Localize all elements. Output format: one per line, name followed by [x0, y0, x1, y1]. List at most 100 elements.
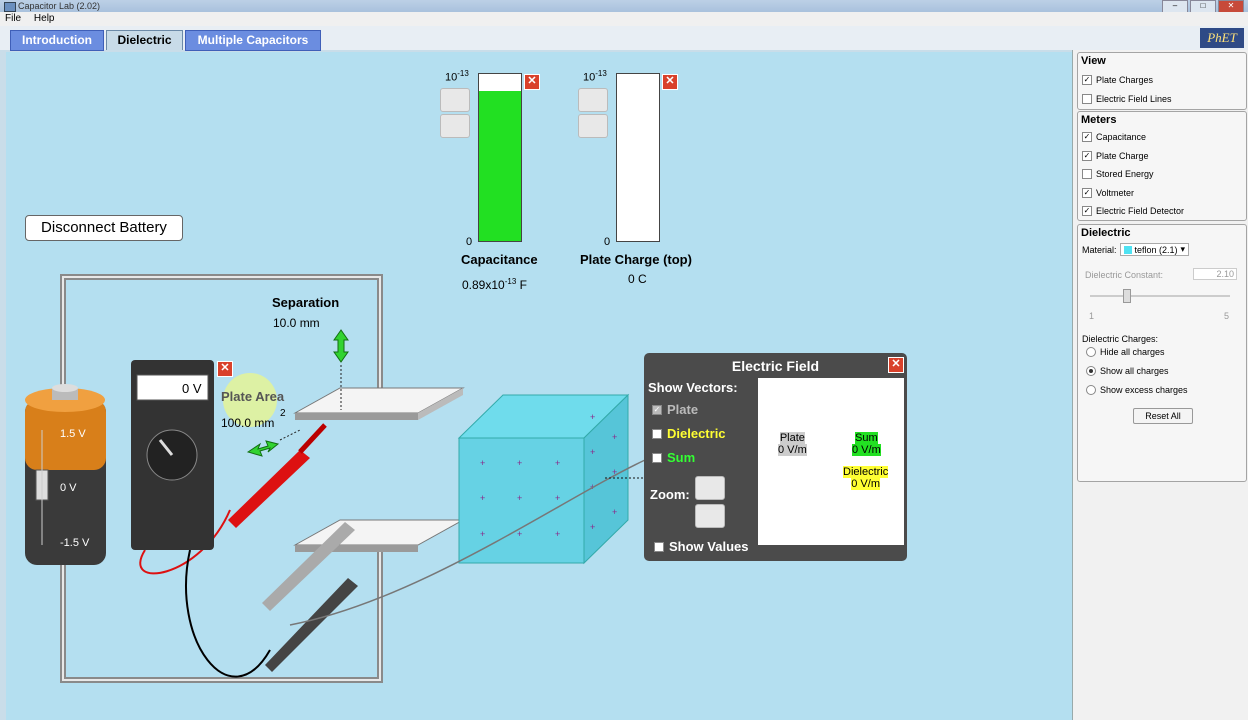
plate-charges-checkbox[interactable]: ✓ [1082, 75, 1092, 85]
show-excess-radio[interactable] [1086, 385, 1096, 395]
material-swatch-icon [1123, 245, 1132, 254]
meters-panel: Meters ✓ Capacitance ✓ Plate Charge Stored… [1077, 111, 1247, 221]
ef-dielectric-readout: Dielectric 0 V/m [843, 466, 889, 490]
capacitance-close-icon[interactable]: ✕ [524, 74, 540, 90]
svg-text:+: + [480, 458, 485, 468]
disconnect-battery-button[interactable]: Disconnect Battery [25, 215, 183, 241]
svg-text:+: + [555, 493, 560, 503]
ef-dielectric-checkbox[interactable]: ✓ [652, 428, 662, 439]
battery-bottom-voltage: -1.5 V [60, 537, 90, 549]
svg-text:+: + [517, 493, 522, 503]
ef-sum-label: Sum [667, 450, 696, 465]
control-sidebar: View ✓ Plate Charges Electric Field Lines… [1072, 50, 1248, 720]
ef-dielectric-readout-value: 0 V/m [851, 478, 880, 490]
plate-area-value: 100.0 mm [221, 416, 275, 430]
ef-sum-readout-name: Sum [855, 432, 878, 444]
capacitance-zoom-out-icon[interactable] [440, 114, 470, 138]
capacitance-bar-fill [479, 90, 521, 241]
view-field-lines[interactable]: Electric Field Lines [1082, 94, 1172, 104]
capacitance-scale-top: 10-13 [445, 69, 469, 84]
capacitance-checkbox[interactable]: ✓ [1082, 132, 1092, 142]
show-all-radio[interactable] [1086, 366, 1096, 376]
stored-energy-checkbox[interactable] [1082, 169, 1092, 179]
meter-voltmeter[interactable]: ✓ Voltmeter [1082, 188, 1134, 198]
view-panel-title: View [1081, 55, 1106, 67]
ef-dielectric-readout-name: Dielectric [843, 466, 889, 478]
charge-label: Plate Charge (top) [580, 252, 692, 267]
top-plate [293, 387, 465, 420]
ef-show-vectors-label: Show Vectors: [648, 380, 738, 395]
electric-field-detector[interactable]: Electric Field ✕ Show Vectors: ✓ Plate ✓… [644, 353, 907, 561]
material-dropdown[interactable]: teflon (2.1) ▾ [1119, 243, 1190, 256]
phet-logo: PhET [1200, 28, 1244, 48]
slider-max-label: 5 [1224, 311, 1230, 321]
charge-zoom-out-icon[interactable] [578, 114, 608, 138]
separation-value: 10.0 mm [273, 316, 320, 330]
reset-all-button[interactable]: Reset All [1133, 408, 1193, 424]
charge-value: 0 C [628, 272, 647, 286]
voltmeter-reading: 0 V [182, 381, 202, 396]
show-excess-label: Show excess charges [1100, 385, 1188, 395]
ef-dielectric-label: Dielectric [667, 426, 726, 441]
dielectric-slider-track[interactable] [1090, 295, 1230, 297]
efield-detector-checkbox[interactable]: ✓ [1082, 206, 1092, 216]
ef-sum-checkbox[interactable]: ✓ [652, 452, 662, 463]
charge-zoom-in-icon[interactable] [578, 88, 608, 112]
svg-text:+: + [590, 412, 595, 422]
svg-text:+: + [480, 493, 485, 503]
show-all-charges-option[interactable]: Show all charges [1086, 366, 1169, 376]
charge-scale-top: 10-13 [583, 69, 607, 84]
voltmeter-checkbox[interactable]: ✓ [1082, 188, 1092, 198]
plate-charge-checkbox[interactable]: ✓ [1082, 151, 1092, 161]
ef-show-values-checkbox[interactable]: ✓ [654, 541, 664, 552]
dielectric-constant-label: Dielectric Constant: [1085, 270, 1164, 280]
capacitance-option-label: Capacitance [1096, 132, 1147, 142]
charge-close-icon[interactable]: ✕ [662, 74, 678, 90]
ef-plate-readout-name: Plate [779, 432, 805, 444]
hide-all-radio[interactable] [1086, 347, 1096, 357]
stored-energy-option-label: Stored Energy [1096, 169, 1154, 179]
ef-title: Electric Field [731, 358, 820, 374]
view-panel: View ✓ Plate Charges Electric Field Lines [1077, 52, 1247, 110]
ef-zoom-in-icon[interactable] [695, 476, 725, 500]
plate-charges-label: Plate Charges [1096, 75, 1154, 85]
dielectric-charges-label: Dielectric Charges: [1082, 334, 1159, 344]
svg-text:+: + [555, 458, 560, 468]
ef-plate-checkbox[interactable]: ✓ [652, 404, 662, 415]
ef-sum-readout: Sum 0 V/m [852, 432, 881, 456]
dielectric-panel-title: Dielectric [1081, 227, 1131, 239]
material-value: teflon (2.1) [1134, 244, 1178, 255]
ef-zoom-label: Zoom: [650, 487, 690, 502]
svg-text:+: + [555, 529, 560, 539]
svg-text:+: + [480, 529, 485, 539]
hide-all-charges-option[interactable]: Hide all charges [1086, 347, 1165, 357]
efield-detector-option-label: Electric Field Detector [1096, 206, 1185, 216]
meter-plate-charge[interactable]: ✓ Plate Charge [1082, 151, 1149, 161]
meters-panel-title: Meters [1081, 114, 1117, 126]
plate-area-exponent: 2 [280, 408, 286, 419]
svg-text:+: + [612, 432, 617, 442]
show-excess-charges-option[interactable]: Show excess charges [1086, 385, 1188, 395]
capacitance-zoom-in-icon[interactable] [440, 88, 470, 112]
plate-area-label: Plate Area [221, 389, 285, 404]
meter-capacitance[interactable]: ✓ Capacitance [1082, 132, 1146, 142]
separation-label: Separation [272, 295, 340, 310]
ef-dielectric-toggle[interactable]: ✓ Dielectric [652, 426, 726, 441]
meter-efield-detector[interactable]: ✓ Electric Field Detector [1082, 206, 1184, 216]
ef-sum-toggle[interactable]: ✓ Sum [652, 450, 695, 465]
battery-top-voltage: 1.5 V [60, 428, 86, 440]
ef-close-icon[interactable]: ✕ [888, 357, 904, 373]
svg-text:+: + [590, 522, 595, 532]
ef-show-values-toggle[interactable]: ✓ Show Values [654, 539, 748, 554]
hide-all-label: Hide all charges [1100, 347, 1165, 357]
view-plate-charges[interactable]: ✓ Plate Charges [1082, 75, 1153, 85]
ef-sum-readout-value: 0 V/m [852, 444, 881, 456]
ef-zoom-out-icon[interactable] [695, 504, 725, 528]
ef-show-values-label: Show Values [669, 539, 749, 554]
dielectric-constant-field[interactable]: 2.10 [1193, 268, 1237, 280]
voltmeter-close-icon[interactable]: ✕ [217, 361, 233, 377]
ef-plate-toggle[interactable]: ✓ Plate [652, 402, 698, 417]
field-lines-checkbox[interactable] [1082, 94, 1092, 104]
meter-stored-energy[interactable]: Stored Energy [1082, 169, 1154, 179]
dielectric-slider-thumb[interactable] [1123, 289, 1131, 303]
